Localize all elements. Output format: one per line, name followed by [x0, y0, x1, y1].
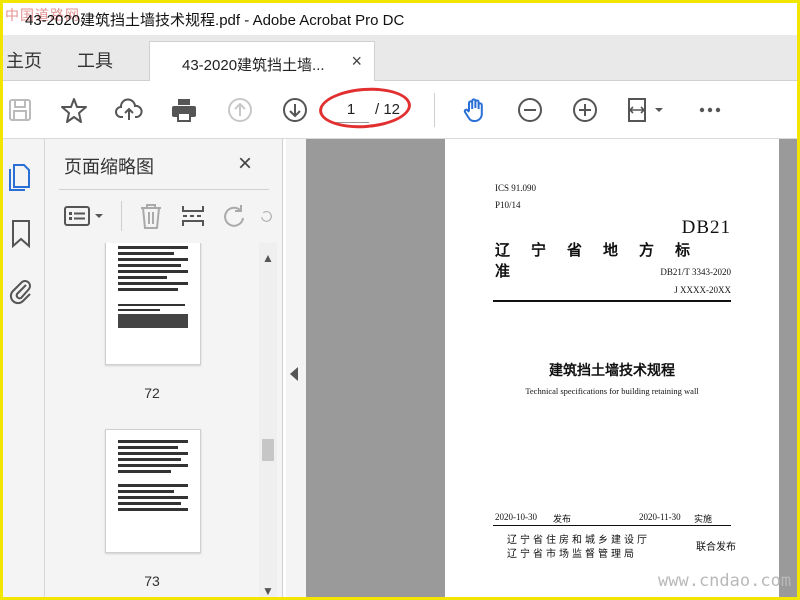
issuer-housing-dept: 辽宁省住房和城乡建设厅: [507, 535, 650, 546]
print-icon[interactable]: [169, 95, 199, 125]
fit-page-icon[interactable]: [625, 95, 669, 125]
tab-home[interactable]: 主页: [6, 47, 42, 73]
thumbnail-label: 72: [144, 385, 160, 401]
panel-toolbar: [59, 197, 279, 235]
page-up-icon[interactable]: [225, 95, 255, 125]
implement-date: 2020-11-30: [639, 512, 681, 522]
zoom-in-icon[interactable]: [570, 95, 600, 125]
thumbnail-page-73[interactable]: [105, 429, 201, 553]
panel-close-button[interactable]: ×: [238, 150, 252, 178]
title-bar: 中国道路网 43-2020建筑挡土墙技术规程.pdf - Adobe Acrob…: [3, 3, 797, 35]
more-icon[interactable]: [695, 95, 725, 125]
panel-title: 页面缩略图: [64, 157, 154, 177]
collapse-arrow-icon: [290, 367, 298, 381]
app-window: 中国道路网 43-2020建筑挡土墙技术规程.pdf - Adobe Acrob…: [0, 0, 800, 600]
zoom-out-icon[interactable]: [515, 95, 545, 125]
toolbar-divider: [434, 93, 435, 127]
save-icon[interactable]: [5, 95, 35, 125]
header-rule: [493, 300, 731, 302]
thumbnail-list: 72 73: [45, 243, 259, 597]
scroll-up-icon[interactable]: ▲: [260, 251, 276, 267]
rotate-clockwise-icon[interactable]: [259, 201, 273, 231]
panel-tool-divider: [121, 201, 122, 231]
tab-close-button[interactable]: ×: [351, 51, 362, 72]
page-down-icon[interactable]: [280, 95, 310, 125]
implement-label: 实施: [694, 515, 713, 525]
attachment-icon[interactable]: [6, 273, 36, 307]
document-title-zh: 建筑挡土墙技术规程: [549, 363, 675, 379]
options-menu-icon[interactable]: [63, 201, 107, 231]
publish-date: 2020-10-30: [495, 512, 537, 522]
document-view[interactable]: ICS 91.090 P10/14 DB21 辽宁省地方标准 DB21/T 33…: [306, 139, 797, 597]
thumbnail-scrollbar[interactable]: ▲ ▼: [259, 243, 277, 597]
document-page: ICS 91.090 P10/14 DB21 辽宁省地方标准 DB21/T 33…: [445, 139, 779, 597]
upload-icon[interactable]: [114, 95, 144, 125]
page-thumbnails-icon[interactable]: [6, 159, 36, 193]
delete-page-icon[interactable]: [137, 201, 165, 231]
ics-code: ICS 91.090: [495, 183, 537, 193]
thumbnails-panel: 页面缩略图 × 72 73 ▲ ▼: [45, 139, 283, 597]
footer-rule: [493, 525, 731, 526]
panel-divider: [59, 189, 269, 190]
standard-number: DB21/T 3343-2020: [660, 267, 731, 277]
tab-bar: 主页 工具 43-2020建筑挡土墙... ×: [3, 35, 797, 82]
scroll-thumb[interactable]: [262, 439, 274, 461]
thumbnail-content: [118, 246, 188, 331]
bottom-watermark: www.cndao.com: [658, 571, 792, 591]
document-title-en: Technical specifications for building re…: [525, 386, 699, 396]
tab-document[interactable]: 43-2020建筑挡土墙... ×: [149, 41, 375, 82]
rotate-page-icon[interactable]: [221, 201, 249, 231]
navigation-rail: [3, 139, 45, 597]
publish-label: 发布: [553, 515, 572, 525]
extract-page-icon[interactable]: [179, 201, 207, 231]
bookmark-icon[interactable]: [6, 217, 36, 251]
record-number: J XXXX-20XX: [674, 285, 731, 295]
class-code: P10/14: [495, 200, 521, 210]
tab-document-label: 43-2020建筑挡土墙...: [182, 57, 325, 74]
issuer-market-bureau: 辽宁省市场监督管理局: [507, 549, 637, 560]
joint-release-label: 联合发布: [696, 542, 736, 553]
thumbnail-content: [118, 440, 188, 514]
tab-tools[interactable]: 工具: [77, 47, 113, 73]
highlight-annotation: [317, 84, 413, 132]
thumbnail-label: 73: [144, 573, 160, 589]
star-icon[interactable]: [59, 95, 89, 125]
thumbnail-page-72[interactable]: [105, 243, 201, 365]
standard-prefix: DB21: [681, 217, 731, 238]
toolbar: 1 / 12: [3, 81, 797, 139]
scroll-down-icon[interactable]: ▼: [260, 584, 276, 597]
window-title: 43-2020建筑挡土墙技术规程.pdf - Adobe Acrobat Pro…: [25, 12, 405, 29]
hand-icon[interactable]: [460, 95, 490, 125]
panel-collapse-handle[interactable]: [286, 139, 306, 597]
